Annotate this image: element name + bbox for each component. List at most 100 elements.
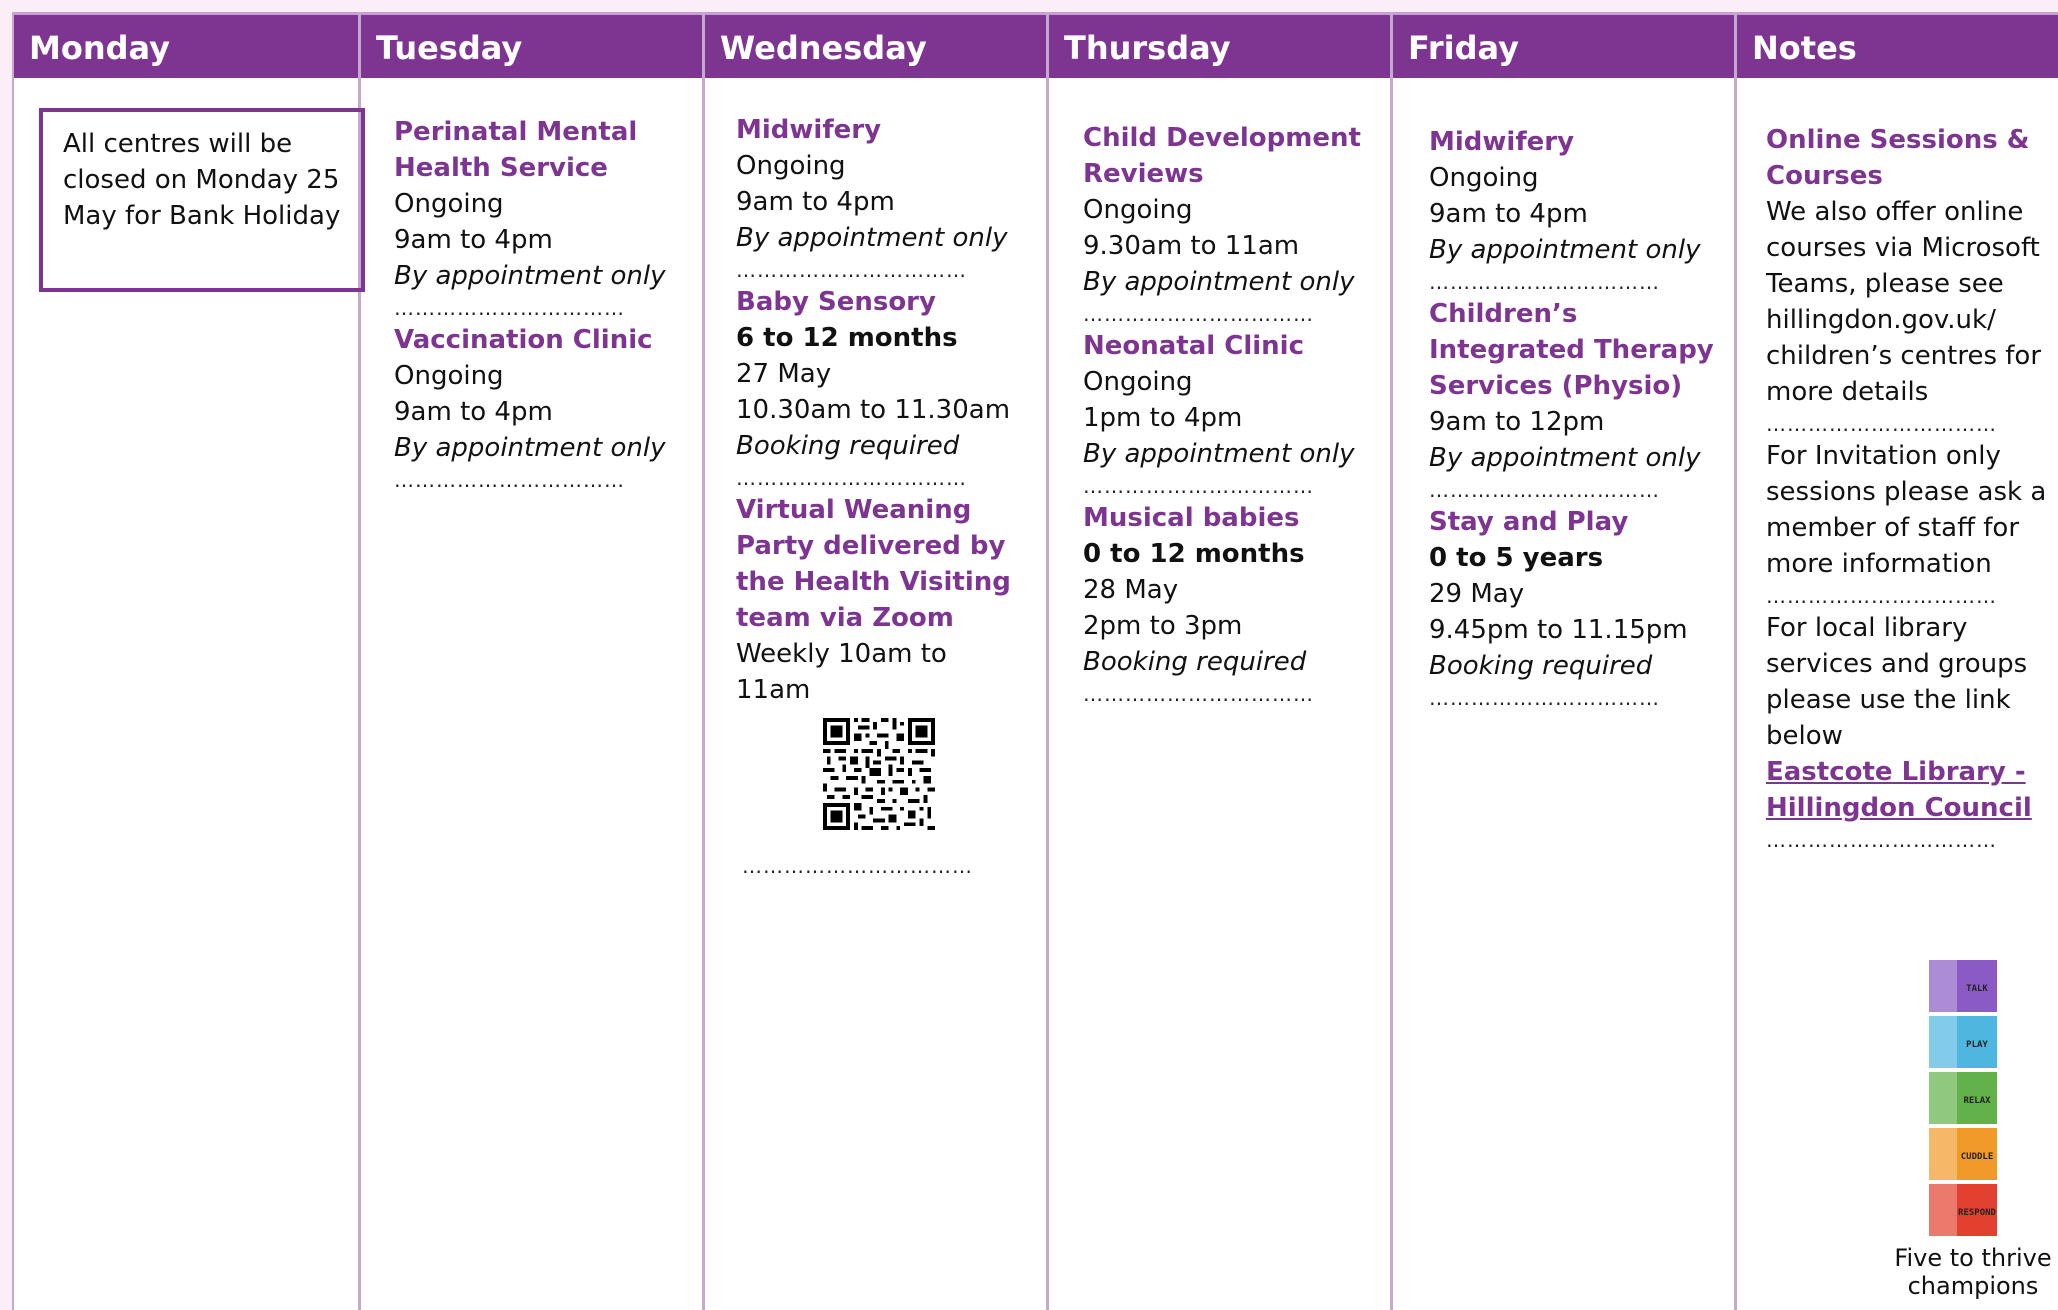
event-time: 9am to 4pm [394, 225, 553, 255]
event-title: Midwifery [1429, 127, 1575, 157]
event-time: 1pm to 4pm [1083, 403, 1243, 433]
separator: …………………………… [1429, 478, 1660, 502]
event-note: Booking required [1083, 647, 1307, 677]
separator: …………………………… [1766, 584, 1997, 608]
svg-text:RELAX: RELAX [1963, 1096, 1991, 1106]
event-neonatal: Neonatal Clinic Ongoing 1pm to 4pm By ap… [1083, 328, 1370, 500]
event-title: Virtual Weaning Party delivered by the H… [736, 495, 1011, 633]
note-library: For local library services and groups pl… [1766, 610, 2050, 854]
event-status: Ongoing [1083, 195, 1193, 225]
event-date: 28 May [1083, 575, 1179, 605]
svg-text:CUDDLE: CUDDLE [1961, 1152, 1994, 1162]
five-to-thrive-blocks-icon: TALK PLAY RELAX CUDDLE RESPOND [1929, 960, 1997, 1236]
separator: …………………………… [1766, 828, 1997, 852]
header-monday: Monday [14, 12, 358, 78]
event-note: Booking required [1429, 651, 1653, 681]
eastcote-library-link[interactable]: Eastcote Library - Hillingdon Council [1766, 757, 2032, 823]
event-time: 9am to 4pm [1429, 199, 1588, 229]
note-text: For local library services and groups pl… [1766, 613, 2028, 751]
event-note: By appointment only [1429, 235, 1701, 265]
event-date: 27 May [736, 359, 832, 389]
event-age: 0 to 12 months [1083, 539, 1305, 569]
event-age: 6 to 12 months [736, 323, 958, 353]
event-stay-and-play: Stay and Play 0 to 5 years 29 May 9.45pm… [1429, 504, 1714, 712]
event-date: 29 May [1429, 579, 1525, 609]
separator: …………………………… [1083, 682, 1314, 706]
logo-block-cuddle: CUDDLE [1929, 1128, 1997, 1180]
logo-block-relax: RELAX [1929, 1072, 1997, 1124]
note-text: We also offer online courses via Microso… [1766, 197, 2042, 407]
event-title: Stay and Play [1429, 507, 1629, 537]
event-note: By appointment only [736, 223, 1008, 253]
qr-code-icon[interactable] [820, 718, 938, 830]
event-vaccination: Vaccination Clinic Ongoing 9am to 4pm By… [394, 322, 682, 494]
separator: …………………………… [736, 258, 967, 282]
column-tuesday: Tuesday Perinatal Mental Health Service … [358, 12, 702, 1310]
event-time: 9.45pm to 11.15pm [1429, 615, 1688, 645]
event-title: Child Development Reviews [1083, 123, 1361, 189]
wednesday-events: Midwifery Ongoing 9am to 4pm By appointm… [705, 78, 1046, 880]
svg-text:TALK: TALK [1966, 984, 1988, 994]
event-midwifery: Midwifery Ongoing 9am to 4pm By appointm… [736, 112, 1026, 284]
event-title: Neonatal Clinic [1083, 331, 1304, 361]
tuesday-events: Perinatal Mental Health Service Ongoing … [361, 78, 702, 494]
event-note: Booking required [736, 431, 960, 461]
event-note: By appointment only [1083, 439, 1355, 469]
event-note: By appointment only [1429, 443, 1701, 473]
header-thursday: Thursday [1049, 12, 1390, 78]
column-friday: Friday Midwifery Ongoing 9am to 4pm By a… [1390, 12, 1734, 1310]
separator: …………………………… [1083, 474, 1314, 498]
note-title: Online Sessions & Courses [1766, 125, 2030, 191]
thursday-events: Child Development Reviews Ongoing 9.30am… [1049, 78, 1390, 708]
event-baby-sensory: Baby Sensory 6 to 12 months 27 May 10.30… [736, 284, 1026, 492]
separator: …………………………… [1083, 302, 1314, 326]
event-title: Perinatal Mental Health Service [394, 117, 638, 183]
event-time: 10.30am to 11.30am [736, 395, 1011, 425]
logo-block-play: PLAY [1929, 1016, 1997, 1068]
event-note: By appointment only [1083, 267, 1355, 297]
header-notes: Notes [1737, 12, 2058, 78]
column-wednesday: Wednesday Midwifery Ongoing 9am to 4pm B… [702, 12, 1046, 1310]
event-note: By appointment only [394, 433, 666, 463]
event-status: Ongoing [736, 151, 846, 181]
header-wednesday: Wednesday [705, 12, 1046, 78]
separator: …………………………… [742, 854, 973, 878]
header-tuesday: Tuesday [361, 12, 702, 78]
separator: …………………………… [1429, 270, 1660, 294]
event-midwifery: Midwifery Ongoing 9am to 4pm By appointm… [1429, 124, 1714, 296]
column-thursday: Thursday Child Development Reviews Ongoi… [1046, 12, 1390, 1310]
bank-holiday-notice: All centres will be closed on Monday 25 … [39, 108, 365, 292]
event-weaning-party: Virtual Weaning Party delivered by the H… [736, 492, 1026, 880]
note-invitation: For Invitation only sessions please ask … [1766, 438, 2050, 610]
separator: …………………………… [394, 296, 625, 320]
event-musical-babies: Musical babies 0 to 12 months 28 May 2pm… [1083, 500, 1370, 708]
note-text: For Invitation only sessions please ask … [1766, 441, 2047, 579]
notes-content: Online Sessions & Courses We also offer … [1737, 78, 2058, 854]
friday-events: Midwifery Ongoing 9am to 4pm By appointm… [1393, 78, 1734, 712]
event-title: Vaccination Clinic [394, 325, 653, 355]
logo-caption: Five to thrive champions [1894, 1244, 2052, 1300]
svg-text:PLAY: PLAY [1966, 1040, 1988, 1050]
event-time: 9am to 12pm [1429, 407, 1605, 437]
event-child-development: Child Development Reviews Ongoing 9.30am… [1083, 120, 1370, 328]
note-online-sessions: Online Sessions & Courses We also offer … [1766, 122, 2050, 438]
event-status: Ongoing [394, 361, 504, 391]
event-time: 9am to 4pm [394, 397, 553, 427]
logo-block-respond: RESPOND [1929, 1184, 1997, 1236]
event-time: Weekly 10am to 11am [736, 639, 947, 705]
separator: …………………………… [1429, 686, 1660, 710]
svg-text:RESPOND: RESPOND [1958, 1208, 1997, 1218]
separator: …………………………… [1766, 412, 1997, 436]
event-status: Ongoing [1429, 163, 1539, 193]
event-status: Ongoing [1083, 367, 1193, 397]
event-title: Baby Sensory [736, 287, 936, 317]
event-time: 9.30am to 11am [1083, 231, 1300, 261]
event-title: Musical babies [1083, 503, 1300, 533]
header-friday: Friday [1393, 12, 1734, 78]
event-perinatal: Perinatal Mental Health Service Ongoing … [394, 114, 682, 322]
event-time: 9am to 4pm [736, 187, 895, 217]
event-note: By appointment only [394, 261, 666, 291]
event-time: 2pm to 3pm [1083, 611, 1243, 641]
event-age: 0 to 5 years [1429, 543, 1604, 573]
event-status: Ongoing [394, 189, 504, 219]
